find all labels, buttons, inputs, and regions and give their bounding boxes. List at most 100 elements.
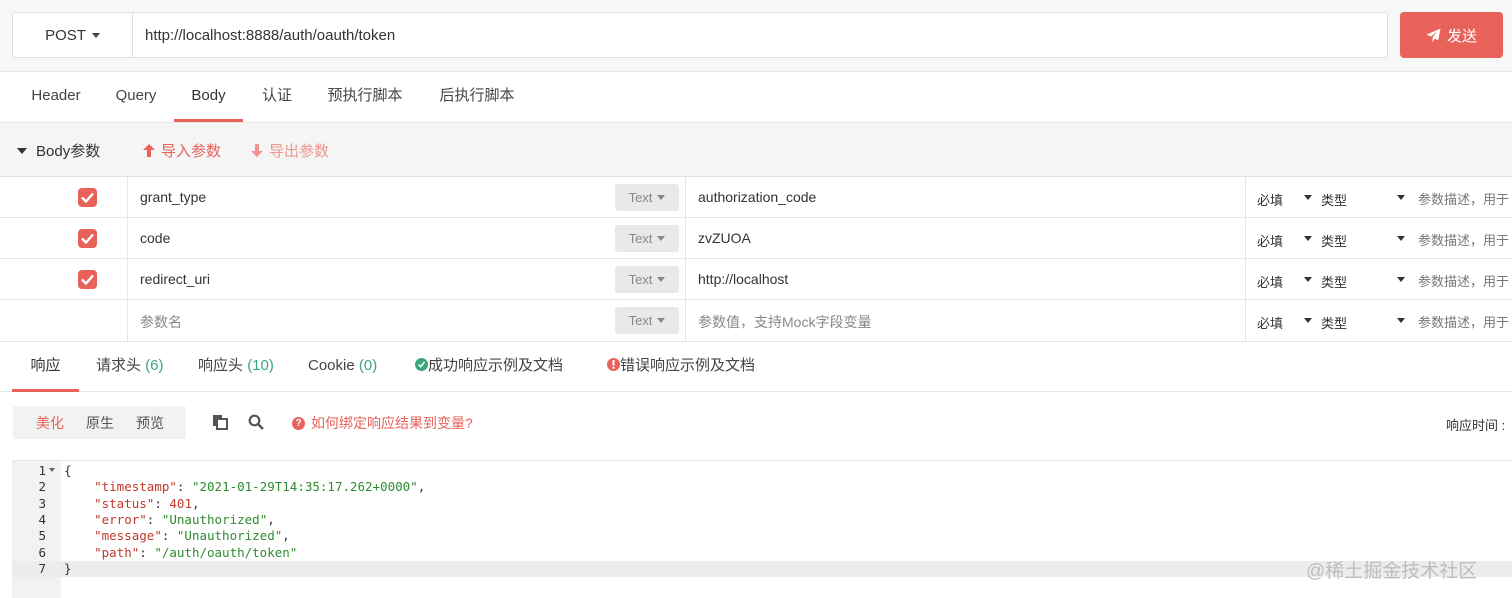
tab-body[interactable]: Body [174, 72, 243, 122]
json-key: "status" [94, 495, 155, 511]
line-number: 5 [38, 528, 46, 544]
tab-error-examples[interactable]: 错误响应示例及文档 [607, 342, 755, 392]
data-type-select[interactable]: 类型 [1321, 313, 1409, 332]
code-text: "status": 401, [94, 495, 200, 511]
code-line-active: 7 } [12, 560, 1512, 578]
required-label: 必填 [1257, 275, 1284, 290]
view-pretty[interactable]: 美化 [36, 413, 64, 433]
question-circle-icon: ? [292, 416, 305, 430]
method-label: POST [45, 26, 86, 44]
json-value: "/auth/oauth/token" [154, 544, 298, 560]
required-select[interactable]: 必填 [1257, 313, 1315, 332]
check-icon [81, 192, 94, 203]
param-row: redirect_uri Text http://localhost 必填 类型… [0, 259, 1512, 300]
code-text: { [64, 463, 72, 478]
json-key: "message" [94, 528, 162, 544]
chevron-down-icon [1397, 277, 1405, 282]
line-number: 4 [38, 511, 46, 527]
required-label: 必填 [1257, 316, 1284, 331]
param-row-empty: 参数名 Text 参数值，支持Mock字段变量 必填 类型 参数描述，用于 [0, 300, 1512, 342]
chevron-down-icon [1304, 195, 1312, 200]
param-type-dropdown[interactable]: Text [615, 225, 679, 252]
response-code-editor[interactable]: 1 { 2 "timestamp": "2021-01-29T14:35:17.… [12, 460, 1512, 598]
tab-success-examples[interactable]: 成功响应示例及文档 [415, 342, 563, 392]
tab-response-headers[interactable]: 响应头 (10) [198, 342, 274, 392]
tab-cookie[interactable]: Cookie (0) [308, 342, 377, 392]
required-label: 必填 [1257, 234, 1284, 249]
chevron-down-icon [1304, 318, 1312, 323]
chevron-down-icon [1304, 236, 1312, 241]
import-params-button[interactable]: 导入参数 [143, 140, 221, 161]
param-type-label: Text [628, 190, 653, 205]
required-select[interactable]: 必填 [1257, 190, 1315, 209]
param-description[interactable]: 参数描述，用于 [1418, 189, 1509, 208]
bind-response-help-link[interactable]: ? 如何绑定响应结果到变量? [292, 413, 473, 433]
line-number: 7 [38, 560, 46, 576]
send-button[interactable]: 发送 [1400, 12, 1503, 58]
response-headers-count: (10) [247, 357, 274, 374]
param-description[interactable]: 参数描述，用于 [1418, 230, 1509, 249]
param-row: code Text zvZUOA 必填 类型 参数描述，用于 [0, 218, 1512, 259]
code-line: 5 "message": "Unauthorized", [12, 528, 1512, 544]
watermark: @稀土掘金技术社区 [1306, 561, 1478, 582]
arrow-up-icon [143, 144, 155, 157]
json-comma: , [282, 528, 290, 544]
tab-query[interactable]: Query [114, 72, 158, 122]
line-number: 1 [38, 463, 46, 478]
param-type-label: Text [628, 313, 653, 328]
tab-response[interactable]: 响应 [12, 342, 79, 392]
tab-response-label: 响应 [30, 357, 61, 374]
param-description[interactable]: 参数描述，用于 [1418, 312, 1509, 331]
required-select[interactable]: 必填 [1257, 231, 1315, 250]
required-select[interactable]: 必填 [1257, 272, 1315, 291]
response-toolbar: 美化 原生 预览 ? 如何绑定响应结果到变量? 响应时间 : [0, 392, 1512, 460]
request-tabs: Header Query Body 认证 预执行脚本 后执行脚本 [0, 72, 1512, 123]
json-value: 401 [169, 495, 192, 511]
line-number: 2 [38, 479, 46, 495]
search-icon[interactable] [248, 414, 264, 433]
param-description[interactable]: 参数描述，用于 [1418, 271, 1509, 290]
view-mode-switch: 美化 原生 预览 [13, 406, 186, 439]
param-checkbox[interactable] [78, 229, 97, 248]
json-comma: , [191, 495, 200, 511]
response-tabs: 响应 请求头 (6) 响应头 (10) Cookie (0) 成功响应示例及文档… [0, 342, 1512, 392]
data-type-select[interactable]: 类型 [1321, 190, 1409, 209]
param-checkbox[interactable] [78, 270, 97, 289]
export-params-button[interactable]: 导出参数 [251, 140, 329, 161]
tab-auth[interactable]: 认证 [261, 72, 293, 122]
tab-request-headers-label: 请求头 [96, 357, 142, 374]
data-type-label: 类型 [1321, 234, 1348, 249]
fold-arrow-icon[interactable] [49, 468, 55, 472]
view-raw[interactable]: 原生 [86, 413, 114, 433]
tab-header[interactable]: Header [30, 72, 82, 122]
json-value: "Unauthorized" [176, 528, 283, 544]
param-checkbox[interactable] [78, 188, 97, 207]
data-type-label: 类型 [1321, 275, 1348, 290]
help-text: 如何绑定响应结果到变量? [311, 415, 473, 431]
param-type-dropdown[interactable]: Text [615, 307, 679, 334]
view-preview[interactable]: 预览 [136, 413, 164, 433]
data-type-select[interactable]: 类型 [1321, 231, 1409, 250]
copy-icon[interactable] [212, 414, 228, 433]
check-icon [81, 233, 94, 244]
data-type-select[interactable]: 类型 [1321, 272, 1409, 291]
url-input[interactable] [132, 12, 1388, 58]
export-params-label: 导出参数 [269, 143, 330, 160]
tab-request-headers[interactable]: 请求头 (6) [96, 342, 164, 392]
chevron-down-icon [657, 318, 666, 323]
json-key: "error" [94, 511, 147, 527]
body-params-toggle[interactable]: Body参数 [17, 140, 100, 161]
required-label: 必填 [1257, 193, 1284, 208]
param-type-dropdown[interactable]: Text [615, 184, 679, 211]
code-line: 6 "path": "/auth/oauth/token" [12, 545, 1512, 561]
json-comma: , [417, 479, 426, 495]
tab-success-examples-label: 成功响应示例及文档 [428, 357, 564, 374]
body-params-header: Body参数 导入参数 导出参数 [0, 123, 1512, 177]
tab-post-script[interactable]: 后执行脚本 [437, 72, 517, 122]
paper-plane-icon [1426, 27, 1441, 42]
param-type-dropdown[interactable]: Text [615, 266, 679, 293]
method-dropdown[interactable]: POST [12, 12, 132, 58]
chevron-down-icon [1397, 195, 1405, 200]
tab-pre-script[interactable]: 预执行脚本 [325, 72, 405, 122]
chevron-down-icon [657, 277, 666, 282]
